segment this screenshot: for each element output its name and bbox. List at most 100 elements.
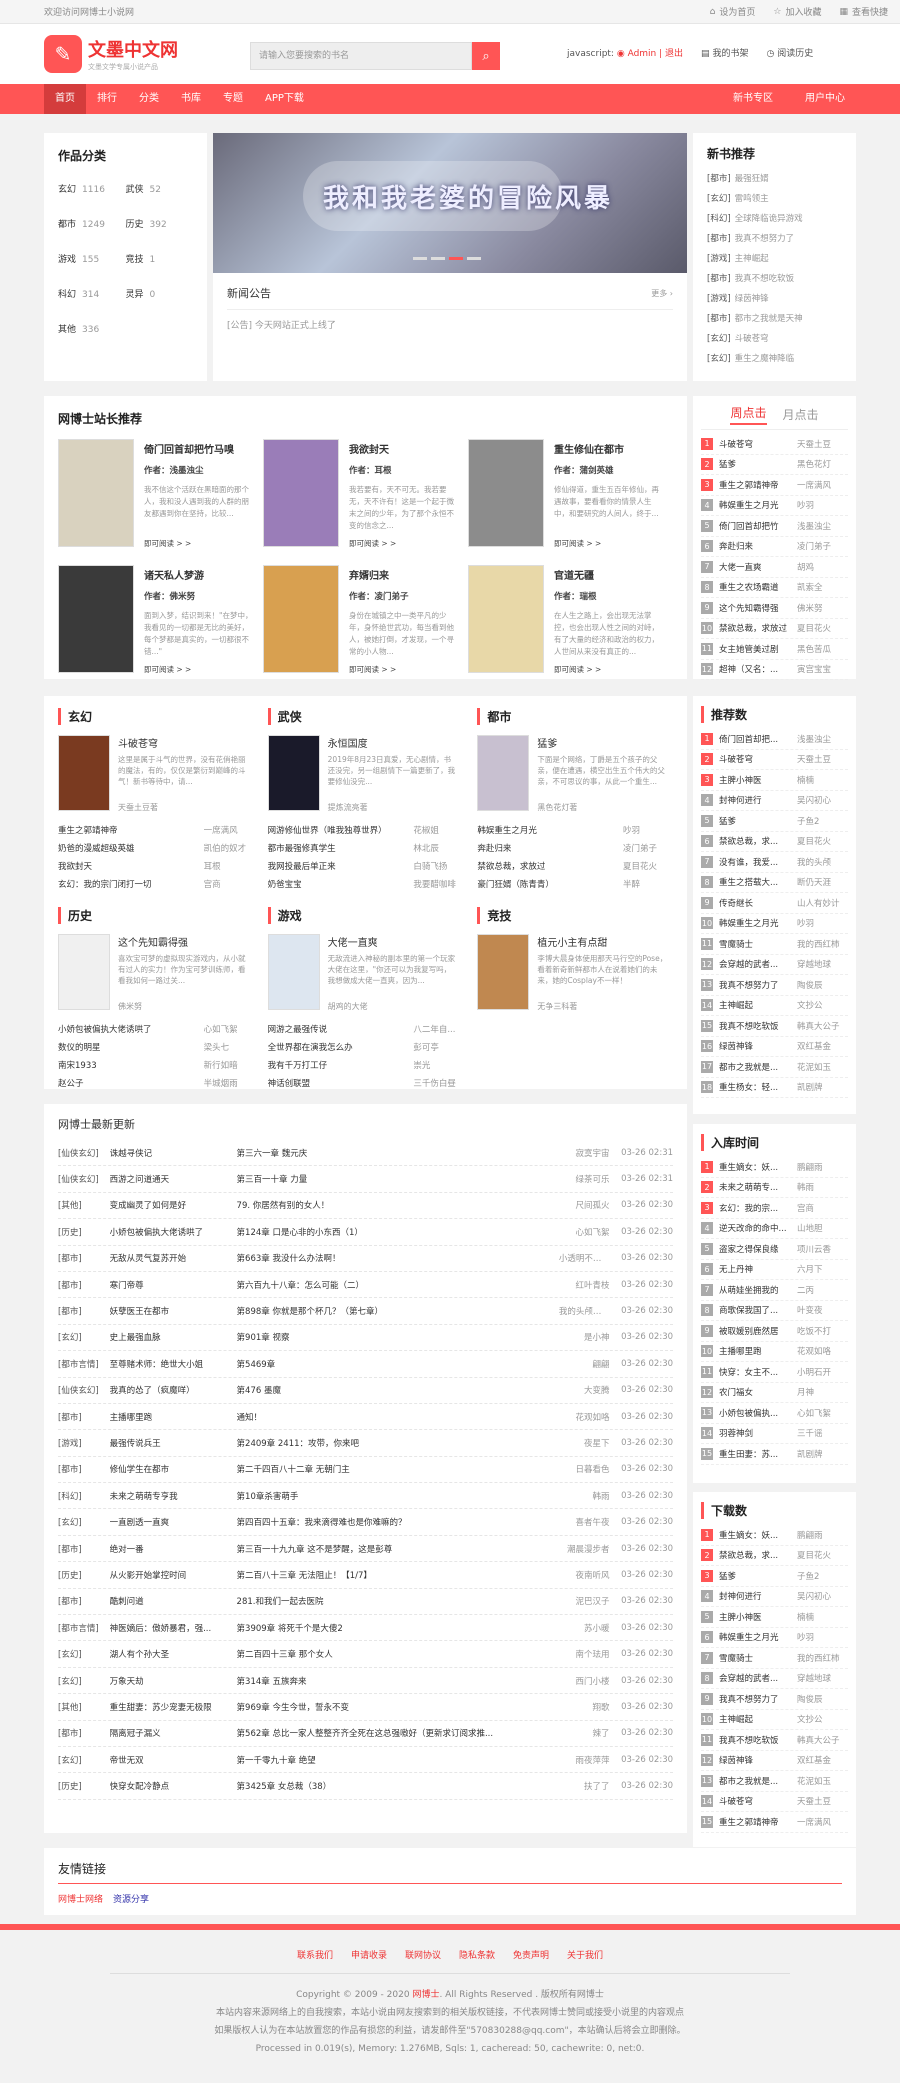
- ranking-item[interactable]: 18 重生杨女：轻... 凯剧牌: [701, 1078, 848, 1098]
- row-book-name[interactable]: 从火影开始掌控时间: [110, 1569, 237, 1581]
- row-book-name[interactable]: 神医嫡后：傲娇暴君，强...: [110, 1622, 237, 1634]
- row-book-name[interactable]: 我真的怂了（疯魔咩）: [110, 1384, 237, 1396]
- row-chapter[interactable]: 第901章 视察: [237, 1331, 559, 1343]
- history-link[interactable]: ◷ 阅读历史: [766, 46, 813, 59]
- row-chapter[interactable]: 第六百九十八章：怎么可能（二）: [237, 1279, 559, 1291]
- nav-right-item[interactable]: 用户中心: [794, 84, 856, 114]
- ranking-item[interactable]: 5 主脾小神医 楠楠: [701, 1607, 848, 1628]
- new-book-item[interactable]: [玄幻] 重生之魔神降临: [707, 348, 842, 368]
- book-title[interactable]: 倚门回首却把竹马嗅: [144, 441, 254, 456]
- book-cover[interactable]: [468, 439, 544, 547]
- row-chapter[interactable]: 第二百四十三章 那个女人: [237, 1648, 559, 1660]
- latest-row[interactable]: [历史] 小娇包被偏执大佬诱哄了 第124章 口是心非的小东西（1） 心如飞絮 03-2…: [58, 1219, 673, 1246]
- ranking-item[interactable]: 4 封神何进行 吴闪初心: [701, 1587, 848, 1607]
- ranking-item[interactable]: 8 商歌保我国了... 叶变夜: [701, 1301, 848, 1321]
- book-title[interactable]: 重生修仙在都市: [554, 441, 664, 456]
- genre-lead-book[interactable]: 斗破苍穹 这里是属于斗气的世界，没有花俏艳丽的魔法，有的，仅仅是繁衍到巅峰的斗气！…: [58, 735, 254, 821]
- genre-title[interactable]: 武侠: [267, 708, 464, 725]
- genre-list-item[interactable]: 奶爸的漫威超级英雄 凯伯的奴才: [58, 839, 254, 857]
- latest-row[interactable]: [玄幻] 帝世无双 第一千零九十章 绝望 雨夜萍萍 03-26 02:30: [58, 1747, 673, 1774]
- row-book-name[interactable]: 一直剧透一直爽: [110, 1516, 237, 1528]
- ranking-item[interactable]: 7 从萌娃坐拥我的 二丙: [701, 1280, 848, 1301]
- latest-row[interactable]: [都市] 隔离冠子漏义 第562章 总比一家人整整齐齐全死在这总强嗷好（更新求订阅求…: [58, 1721, 673, 1747]
- ranking-item[interactable]: 2 猛爹 黑色花灯: [701, 455, 848, 475]
- row-book-name[interactable]: 史上最强血脉: [110, 1331, 237, 1343]
- read-now-link[interactable]: 即可阅读 > >: [144, 664, 254, 675]
- ranking-item[interactable]: 16 绿茵神锋 双红基金: [701, 1037, 848, 1057]
- latest-row[interactable]: [都市] 无敌从灵气复苏开始 第663章 我没什么办法啊！ 小透明不做事 03-26 0…: [58, 1246, 673, 1272]
- category-item[interactable]: 其他 336: [58, 322, 126, 335]
- genre-title[interactable]: 游戏: [267, 907, 464, 924]
- genre-list-item[interactable]: 数仪的明星 梁头七: [58, 1038, 254, 1056]
- row-chapter[interactable]: 第2409章 2411：攻带，你来吧: [237, 1437, 559, 1449]
- book-title[interactable]: 官道无疆: [554, 567, 664, 582]
- latest-row[interactable]: [都市] 妖孽医王在都市 第898章 你就是那个杯几？（第七章） 我的头颅很硬 03-2…: [58, 1298, 673, 1325]
- ranking-item[interactable]: 1 斗破苍穹 天蚕土豆: [701, 434, 848, 455]
- read-now-link[interactable]: 即可阅读 > >: [144, 538, 254, 549]
- latest-row[interactable]: [玄幻] 湖人有个孙大圣 第二百四十三章 那个女人 南个珐用 03-26 02:30: [58, 1641, 673, 1668]
- latest-row[interactable]: [都市] 酷刺问道 281.和我们一起去医院 泥巴汉子 03-26 02:30: [58, 1589, 673, 1616]
- recommend-book[interactable]: 倚门回首却把竹马嗅 作者：浅墨浊尘 我不信这个活跃在黑暗面的那个人，我和没人遇到我的…: [58, 439, 263, 549]
- row-chapter[interactable]: 第三百一十章 力量: [237, 1173, 559, 1185]
- genre-list-item[interactable]: 网游修仙世界（唯我独尊世界） 花椒姐: [268, 821, 464, 839]
- category-item[interactable]: 竞技 1: [126, 252, 194, 265]
- category-item[interactable]: 玄幻 1116: [58, 182, 126, 195]
- new-book-item[interactable]: [都市] 我真不想吃软饭: [707, 268, 842, 288]
- row-book-name[interactable]: 绝对一番: [110, 1543, 237, 1555]
- genre-title[interactable]: 历史: [58, 907, 254, 924]
- latest-row[interactable]: [其他] 重生甜妻：苏少宠妻无极限 第969章 今生今世，誓永不变 翔歌 03-26 0…: [58, 1694, 673, 1721]
- book-cover[interactable]: [267, 934, 320, 1010]
- latest-row[interactable]: [都市言情] 至尊赌术师：绝世大小姐 第5469章 翩翩 03-26 02:30: [58, 1351, 673, 1378]
- row-chapter[interactable]: 第二千四百八十二章 无朝门主: [237, 1463, 559, 1475]
- row-chapter[interactable]: 第969章 今生今世，誓永不变: [237, 1701, 559, 1713]
- ranking-item[interactable]: 1 倚门回首却把... 浅墨浊尘: [701, 729, 848, 750]
- footer-link[interactable]: 免责声明: [513, 1948, 549, 1961]
- ranking-item[interactable]: 9 这个先知霸得强 佛米努: [701, 598, 848, 619]
- book-title[interactable]: 这个先知霸得强: [118, 934, 248, 949]
- ranking-item[interactable]: 4 封神何进行 吴闪初心: [701, 791, 848, 811]
- row-chapter[interactable]: 79. 你居然有别的女人！: [237, 1199, 559, 1211]
- footer-link[interactable]: 隐私条款: [459, 1948, 495, 1961]
- genre-list-item[interactable]: 玄幻：我的宗门闭打一切 宫商: [58, 875, 254, 893]
- admin-link[interactable]: Admin: [628, 49, 657, 59]
- genre-list-item[interactable]: 网游之最强传说 八二年自...: [268, 1020, 464, 1038]
- genre-lead-book[interactable]: 永恒国度 2019年8月23日真爱，无心剧情，书还没完，另一组剧情下一篇更新了，我…: [267, 735, 464, 821]
- book-cover[interactable]: [468, 565, 544, 673]
- genre-list-item[interactable]: 韩娱重生之月光 吵羽: [477, 821, 673, 839]
- new-book-item[interactable]: [都市] 最强狂婿: [707, 168, 842, 188]
- ranking-item[interactable]: 13 我真不想努力了 陶俊辰: [701, 975, 848, 996]
- book-cover[interactable]: [58, 735, 110, 811]
- ranking-item[interactable]: 8 重生之搭载大... 断仍天涯: [701, 873, 848, 893]
- row-book-name[interactable]: 变成幽灵了如何是好: [110, 1199, 237, 1211]
- category-item[interactable]: 历史 392: [126, 217, 194, 230]
- ranking-item[interactable]: 12 绿茵神锋 双红基金: [701, 1751, 848, 1771]
- book-cover[interactable]: [263, 439, 339, 547]
- row-chapter[interactable]: 第一千零九十章 绝望: [237, 1754, 559, 1766]
- latest-row[interactable]: [科幻] 未来之萌萌专亨我 第10章杀害萌手 韩雨 03-26 02:30: [58, 1483, 673, 1510]
- ranking-item[interactable]: 14 斗破苍穹 天蚕土豆: [701, 1792, 848, 1812]
- search-button[interactable]: ⌕: [472, 42, 500, 70]
- ranking-item[interactable]: 17 都市之我就是... 花泥如玉: [701, 1057, 848, 1078]
- genre-list-item[interactable]: 奶爸宝宝 我要醋咖啡: [268, 875, 464, 893]
- row-chapter[interactable]: 第二百八十三章 无法阻止！【1/7】: [237, 1569, 559, 1581]
- new-book-item[interactable]: [玄幻] 雷鸣领主: [707, 188, 842, 208]
- hotkey-link[interactable]: ▦ 查看快捷: [839, 5, 888, 19]
- ranking-item[interactable]: 2 禁欲总裁，求... 夏目花火: [701, 1546, 848, 1566]
- friend-link[interactable]: 资源分享: [113, 1892, 149, 1905]
- row-book-name[interactable]: 重生甜妻：苏少宠妻无极限: [110, 1701, 237, 1713]
- row-book-name[interactable]: 寒门帝尊: [110, 1279, 237, 1291]
- genre-lead-book[interactable]: 植元小主有点甜 李博大晨身体使用那天马行空的Pose，看着新奇新鲜都市人在说着她们…: [477, 934, 673, 1020]
- genre-list-item[interactable]: 奔赴归来 凌门弟子: [477, 839, 673, 857]
- ranking-item[interactable]: 14 羽蓉神剑 三千谣: [701, 1424, 848, 1444]
- new-book-item[interactable]: [游戏] 绿茵神锋: [707, 288, 842, 308]
- ranking-item[interactable]: 1 重生嫡女：妖... 鹏翩雨: [701, 1525, 848, 1546]
- read-now-link[interactable]: 即可阅读 > >: [349, 538, 459, 549]
- ranking-item[interactable]: 13 小娇包被偏执... 心如飞絮: [701, 1403, 848, 1424]
- row-book-name[interactable]: 帝世无双: [110, 1754, 237, 1766]
- row-chapter[interactable]: 第124章 口是心非的小东西（1）: [237, 1226, 559, 1238]
- latest-row[interactable]: [都市言情] 神医嫡后：傲娇暴君，强... 第3909章 将死千个是大傻2 苏小暖 03…: [58, 1615, 673, 1642]
- footer-link[interactable]: 申请收录: [351, 1948, 387, 1961]
- ranking-item[interactable]: 2 未来之萌萌专... 韩雨: [701, 1178, 848, 1198]
- bookshelf-link[interactable]: ▤ 我的书架: [701, 46, 748, 59]
- ranking-item[interactable]: 11 我真不想吃软饭 韩真大公子: [701, 1730, 848, 1751]
